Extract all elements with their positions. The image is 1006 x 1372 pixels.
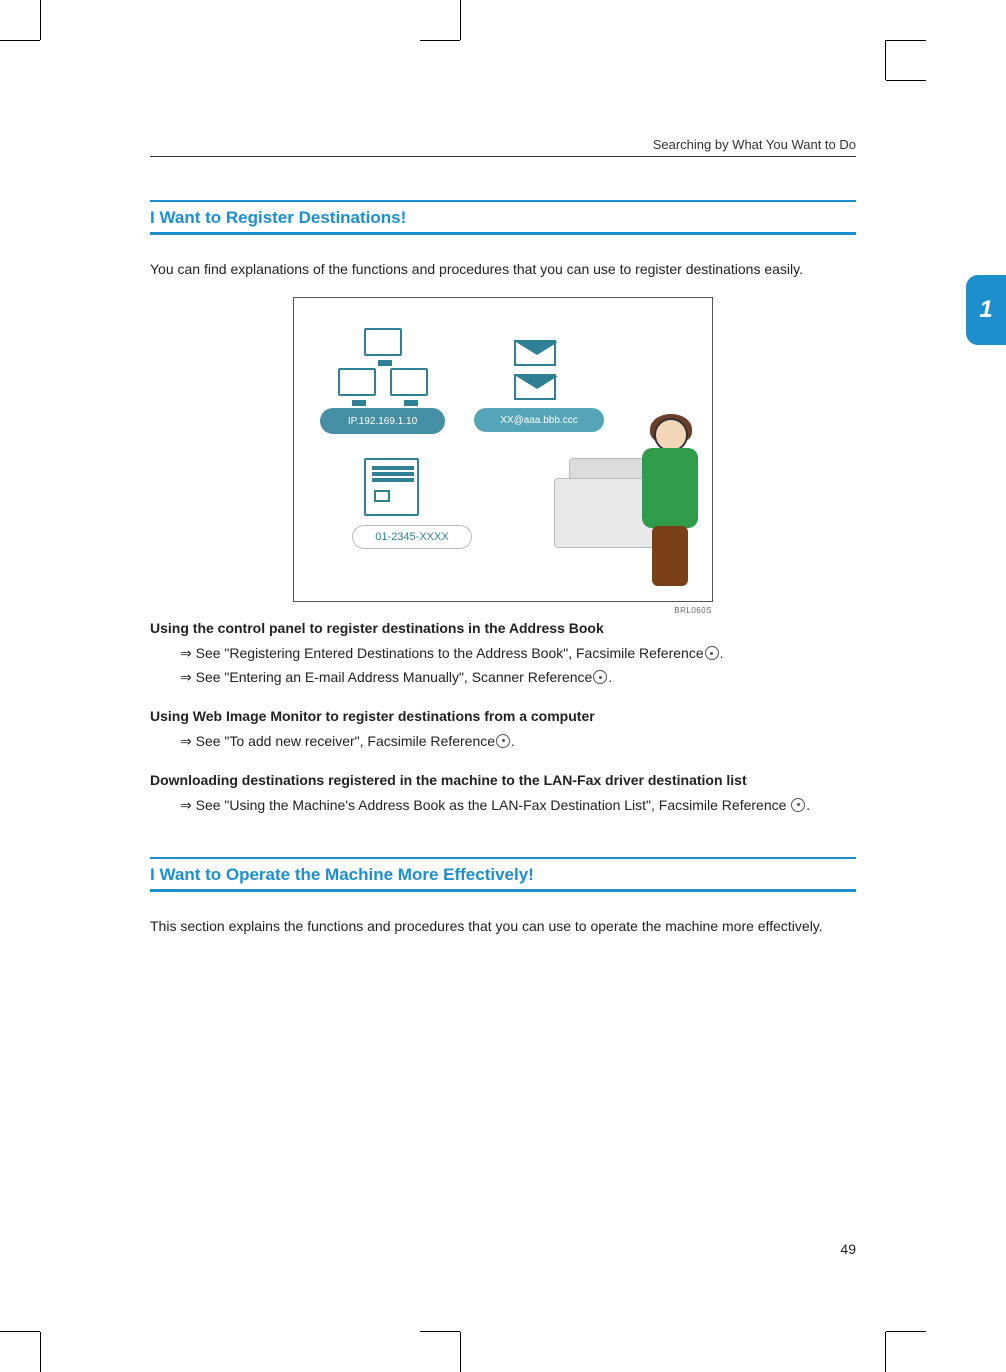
envelope-icon bbox=[514, 374, 556, 400]
figure-container: IP.192.169.1.10 XX@aaa.bbb.ccc 01-2345-X… bbox=[150, 297, 856, 602]
reference-suffix: . bbox=[511, 733, 515, 749]
cd-icon bbox=[593, 670, 607, 684]
crop-mark bbox=[886, 80, 926, 81]
chapter-tab-label: 1 bbox=[979, 296, 992, 324]
running-head: Searching by What You Want to Do bbox=[653, 137, 856, 152]
section: I Want to Operate the Machine More Effec… bbox=[150, 857, 856, 936]
crop-mark bbox=[885, 40, 886, 80]
fax-label: 01-2345-XXXX bbox=[375, 531, 448, 543]
section-rule bbox=[150, 232, 856, 235]
reference-suffix: . bbox=[608, 669, 612, 685]
section-title: I Want to Register Destinations! bbox=[150, 208, 856, 228]
computer-icon bbox=[338, 368, 376, 396]
crop-mark bbox=[40, 0, 41, 40]
cd-icon bbox=[791, 798, 805, 812]
crop-mark bbox=[420, 1331, 460, 1332]
section-intro: You can find explanations of the functio… bbox=[150, 259, 856, 279]
crop-mark bbox=[886, 1331, 926, 1332]
header-rule bbox=[150, 156, 856, 157]
reference-suffix: . bbox=[806, 797, 810, 813]
reference-text: ⇒ See "Using the Machine's Address Book … bbox=[180, 797, 790, 813]
section-rule bbox=[150, 889, 856, 892]
illustration: IP.192.169.1.10 XX@aaa.bbb.ccc 01-2345-X… bbox=[293, 297, 713, 602]
computer-icon bbox=[364, 328, 402, 356]
reference-line: ⇒ See "Entering an E-mail Address Manual… bbox=[180, 666, 856, 690]
subheading: Using the control panel to register dest… bbox=[150, 620, 856, 636]
fax-document-icon bbox=[364, 458, 419, 516]
reference-line: ⇒ See "Registering Entered Destinations … bbox=[180, 642, 856, 666]
crop-mark bbox=[460, 1332, 461, 1372]
figure-code: BRL060S bbox=[674, 606, 712, 615]
computer-icon bbox=[390, 368, 428, 396]
chapter-tab: 1 bbox=[966, 275, 1006, 345]
page-number: 49 bbox=[840, 1241, 856, 1257]
section-title: I Want to Operate the Machine More Effec… bbox=[150, 865, 856, 885]
reference-line: ⇒ See "Using the Machine's Address Book … bbox=[180, 794, 856, 818]
subheading: Downloading destinations registered in t… bbox=[150, 772, 856, 788]
section-rule bbox=[150, 200, 856, 202]
reference-text: ⇒ See "Entering an E-mail Address Manual… bbox=[180, 669, 592, 685]
email-label: XX@aaa.bbb.ccc bbox=[500, 415, 577, 426]
reference-line: ⇒ See "To add new receiver", Facsimile R… bbox=[180, 730, 856, 754]
content-area: I Want to Register Destinations! You can… bbox=[150, 200, 856, 955]
crop-mark bbox=[885, 1332, 886, 1372]
person-illustration bbox=[634, 418, 704, 598]
subheading: Using Web Image Monitor to register dest… bbox=[150, 708, 856, 724]
envelope-icon bbox=[514, 340, 556, 366]
page: Searching by What You Want to Do 1 I Wan… bbox=[0, 0, 1006, 1372]
section-intro: This section explains the functions and … bbox=[150, 916, 856, 936]
fax-bubble: 01-2345-XXXX bbox=[352, 525, 472, 549]
cd-icon bbox=[705, 646, 719, 660]
crop-mark bbox=[0, 1331, 40, 1332]
crop-mark bbox=[0, 40, 40, 41]
crop-mark bbox=[886, 40, 926, 41]
cd-icon bbox=[496, 734, 510, 748]
reference-text: ⇒ See "Registering Entered Destinations … bbox=[180, 645, 704, 661]
crop-mark bbox=[40, 1332, 41, 1372]
crop-mark bbox=[460, 0, 461, 40]
reference-suffix: . bbox=[720, 645, 724, 661]
crop-mark bbox=[420, 40, 460, 41]
ip-bubble: IP.192.169.1.10 bbox=[320, 408, 445, 434]
section-rule bbox=[150, 857, 856, 859]
ip-label: IP.192.169.1.10 bbox=[348, 416, 417, 427]
reference-text: ⇒ See "To add new receiver", Facsimile R… bbox=[180, 733, 495, 749]
email-bubble: XX@aaa.bbb.ccc bbox=[474, 408, 604, 432]
